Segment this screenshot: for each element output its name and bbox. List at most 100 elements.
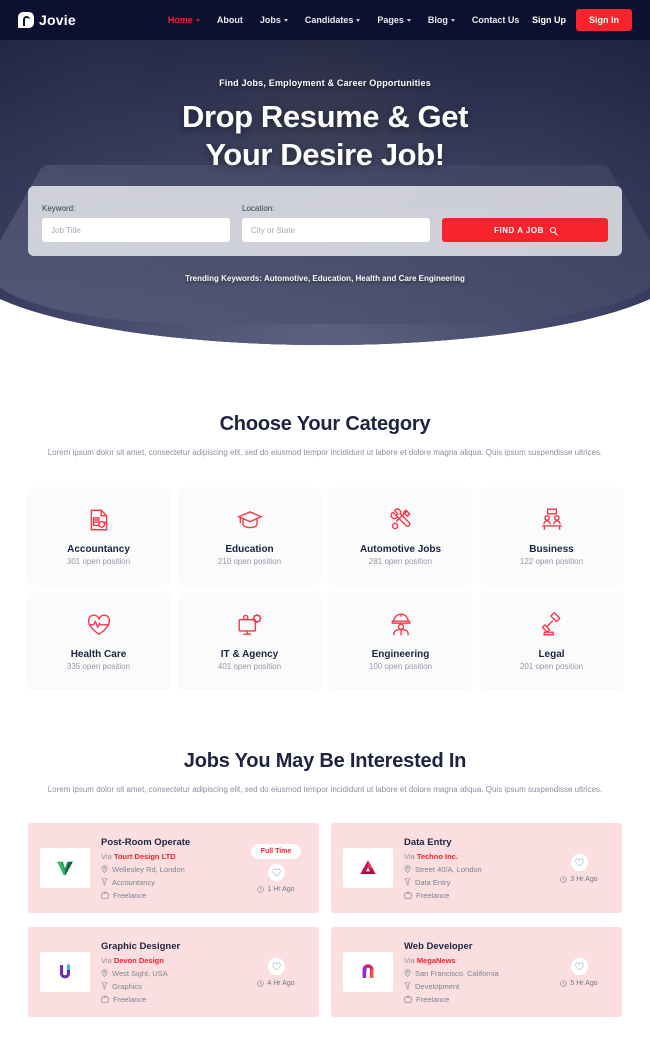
category-card-education[interactable]: Education 210 open position bbox=[179, 488, 320, 583]
nav-item-home[interactable]: Home bbox=[168, 15, 200, 25]
heart-icon bbox=[574, 858, 584, 866]
job-category-text: Accountancy bbox=[112, 877, 155, 887]
clock-icon bbox=[560, 979, 568, 987]
job-location-text: Wellesley Rd, London bbox=[112, 864, 185, 874]
navbar: Jovie Home About Jobs Candidates Pages B… bbox=[0, 0, 650, 40]
nav-item-contact-us[interactable]: Contact Us bbox=[472, 15, 520, 25]
category-card-accountancy[interactable]: Accountancy 301 open position bbox=[28, 488, 169, 583]
categories-title: Choose Your Category bbox=[219, 413, 431, 435]
nav-item-candidates-label: Candidates bbox=[304, 15, 354, 25]
category-name: Education bbox=[225, 544, 274, 555]
nav-item-candidates[interactable]: Candidates bbox=[305, 15, 361, 25]
job-type: Freelance bbox=[101, 995, 234, 1004]
gavel-icon bbox=[539, 610, 565, 640]
categories-section: Choose Your Category Lorem ipsum dolor s… bbox=[0, 345, 650, 688]
job-category: Graphics bbox=[101, 982, 234, 991]
category-count: 281 open position bbox=[368, 557, 433, 566]
jobs-title: Jobs You May Be Interested In bbox=[183, 750, 467, 772]
location-pin-icon bbox=[404, 969, 411, 977]
briefcase-icon bbox=[101, 891, 109, 899]
jobs-description: Lorem ipsum dolor sit amet, consectetur … bbox=[47, 785, 603, 794]
location-pin-icon bbox=[404, 865, 411, 873]
devon-design-u-logo-icon bbox=[40, 952, 90, 992]
categories-grid: Accountancy 301 open position Education … bbox=[28, 488, 622, 688]
monitor-gear-icon bbox=[236, 610, 264, 640]
filter-funnel-icon bbox=[404, 982, 411, 990]
nav-item-home-label: Home bbox=[167, 15, 193, 25]
jovie-hook-logo-icon bbox=[18, 12, 34, 28]
job-type: Freelance bbox=[404, 891, 537, 900]
sign-up-link[interactable]: Sign Up bbox=[532, 15, 566, 25]
save-job-button[interactable] bbox=[570, 853, 588, 871]
nav-item-blog[interactable]: Blog bbox=[428, 15, 455, 25]
nav-item-about-label: About bbox=[216, 15, 243, 25]
nav-item-blog-label: Blog bbox=[427, 15, 448, 25]
category-card-business[interactable]: Business 122 open position bbox=[481, 488, 622, 583]
location-label: Location: bbox=[242, 204, 275, 213]
job-card[interactable]: Data Entry Via Techno Inc. Street 40/A, … bbox=[331, 823, 622, 913]
job-side-actions: 3 Hr Ago bbox=[548, 853, 610, 883]
find-a-job-button[interactable]: FIND A JOB bbox=[442, 218, 608, 242]
via-prefix: Via bbox=[101, 955, 112, 965]
sign-in-button[interactable]: Sign In bbox=[576, 9, 632, 31]
job-card[interactable]: Graphic Designer Via Devon Design West S… bbox=[28, 927, 319, 1017]
job-info: Post-Room Operate Via Tourt Design LTD W… bbox=[101, 837, 234, 900]
filter-funnel-icon bbox=[404, 878, 411, 886]
save-job-button[interactable] bbox=[570, 957, 588, 975]
trending-keywords: Trending Keywords: Automotive, Education… bbox=[185, 274, 465, 283]
via-prefix: Via bbox=[404, 955, 415, 965]
location-input[interactable] bbox=[242, 218, 430, 242]
job-info: Graphic Designer Via Devon Design West S… bbox=[101, 941, 234, 1004]
heart-icon bbox=[271, 962, 281, 970]
category-card-health-care[interactable]: Health Care 335 open position bbox=[28, 593, 169, 688]
nav-item-about[interactable]: About bbox=[217, 15, 243, 25]
category-name: Legal bbox=[538, 649, 565, 660]
company-name: MegaNews bbox=[416, 955, 456, 965]
category-name: Accountancy bbox=[67, 544, 130, 555]
brand-name: Jovie bbox=[39, 12, 76, 28]
hero-title-line-1: Drop Resume & Get bbox=[181, 99, 469, 134]
nav-item-jobs[interactable]: Jobs bbox=[260, 15, 288, 25]
job-posted-time: 4 Hr Ago bbox=[257, 980, 295, 987]
job-location: Street 40/A, London bbox=[404, 865, 537, 874]
job-title: Graphic Designer bbox=[101, 940, 181, 952]
location-field-group: Location: bbox=[242, 204, 430, 242]
job-category: Accountancy bbox=[101, 878, 234, 887]
job-category: Development bbox=[404, 982, 537, 991]
heart-icon bbox=[271, 868, 281, 876]
category-card-engineering[interactable]: Engineering 100 open position bbox=[330, 593, 471, 688]
job-posted-time: 5 Hr Ago bbox=[560, 979, 598, 987]
main-navigation: Home About Jobs Candidates Pages Blog Co… bbox=[168, 15, 520, 25]
category-count: 122 open position bbox=[519, 557, 584, 566]
job-info: Data Entry Via Techno Inc. Street 40/A, … bbox=[404, 837, 537, 900]
job-side-actions: 5 Hr Ago bbox=[548, 957, 610, 987]
job-card[interactable]: Web Developer Via MegaNews San Francisco… bbox=[331, 927, 622, 1017]
category-card-automotive-jobs[interactable]: Automotive Jobs 281 open position bbox=[330, 488, 471, 583]
keyword-label: Keyword: bbox=[42, 204, 76, 213]
category-count: 201 open position bbox=[519, 662, 584, 671]
save-job-button[interactable] bbox=[267, 863, 285, 881]
job-card[interactable]: Post-Room Operate Via Tourt Design LTD W… bbox=[28, 823, 319, 913]
nav-item-pages[interactable]: Pages bbox=[377, 15, 411, 25]
find-a-job-label: FIND A JOB bbox=[494, 225, 544, 235]
meganews-hook-logo-icon bbox=[343, 952, 393, 992]
jobs-header: Jobs You May Be Interested In Lorem ipsu… bbox=[0, 750, 650, 797]
category-card-it-agency[interactable]: IT & Agency 401 open position bbox=[179, 593, 320, 688]
chevron-down-icon bbox=[356, 18, 361, 22]
briefcase-icon bbox=[404, 995, 412, 1003]
category-card-legal[interactable]: Legal 201 open position bbox=[481, 593, 622, 688]
job-time-text: 1 Hr Ago bbox=[267, 885, 295, 893]
chevron-down-icon bbox=[450, 18, 455, 22]
category-name: Engineering bbox=[371, 649, 430, 660]
job-title: Post-Room Operate bbox=[101, 836, 191, 848]
job-side-actions: Full Time 1 Hr Ago bbox=[245, 843, 307, 893]
clock-icon bbox=[257, 885, 265, 893]
location-pin-icon bbox=[101, 969, 108, 977]
job-category-text: Graphics bbox=[112, 981, 143, 991]
brand-logo[interactable]: Jovie bbox=[18, 12, 76, 28]
nav-item-pages-label: Pages bbox=[377, 15, 404, 25]
job-type-text: Freelance bbox=[416, 890, 450, 900]
job-location: Wellesley Rd, London bbox=[101, 865, 234, 874]
save-job-button[interactable] bbox=[267, 957, 285, 975]
keyword-input[interactable] bbox=[42, 218, 230, 242]
